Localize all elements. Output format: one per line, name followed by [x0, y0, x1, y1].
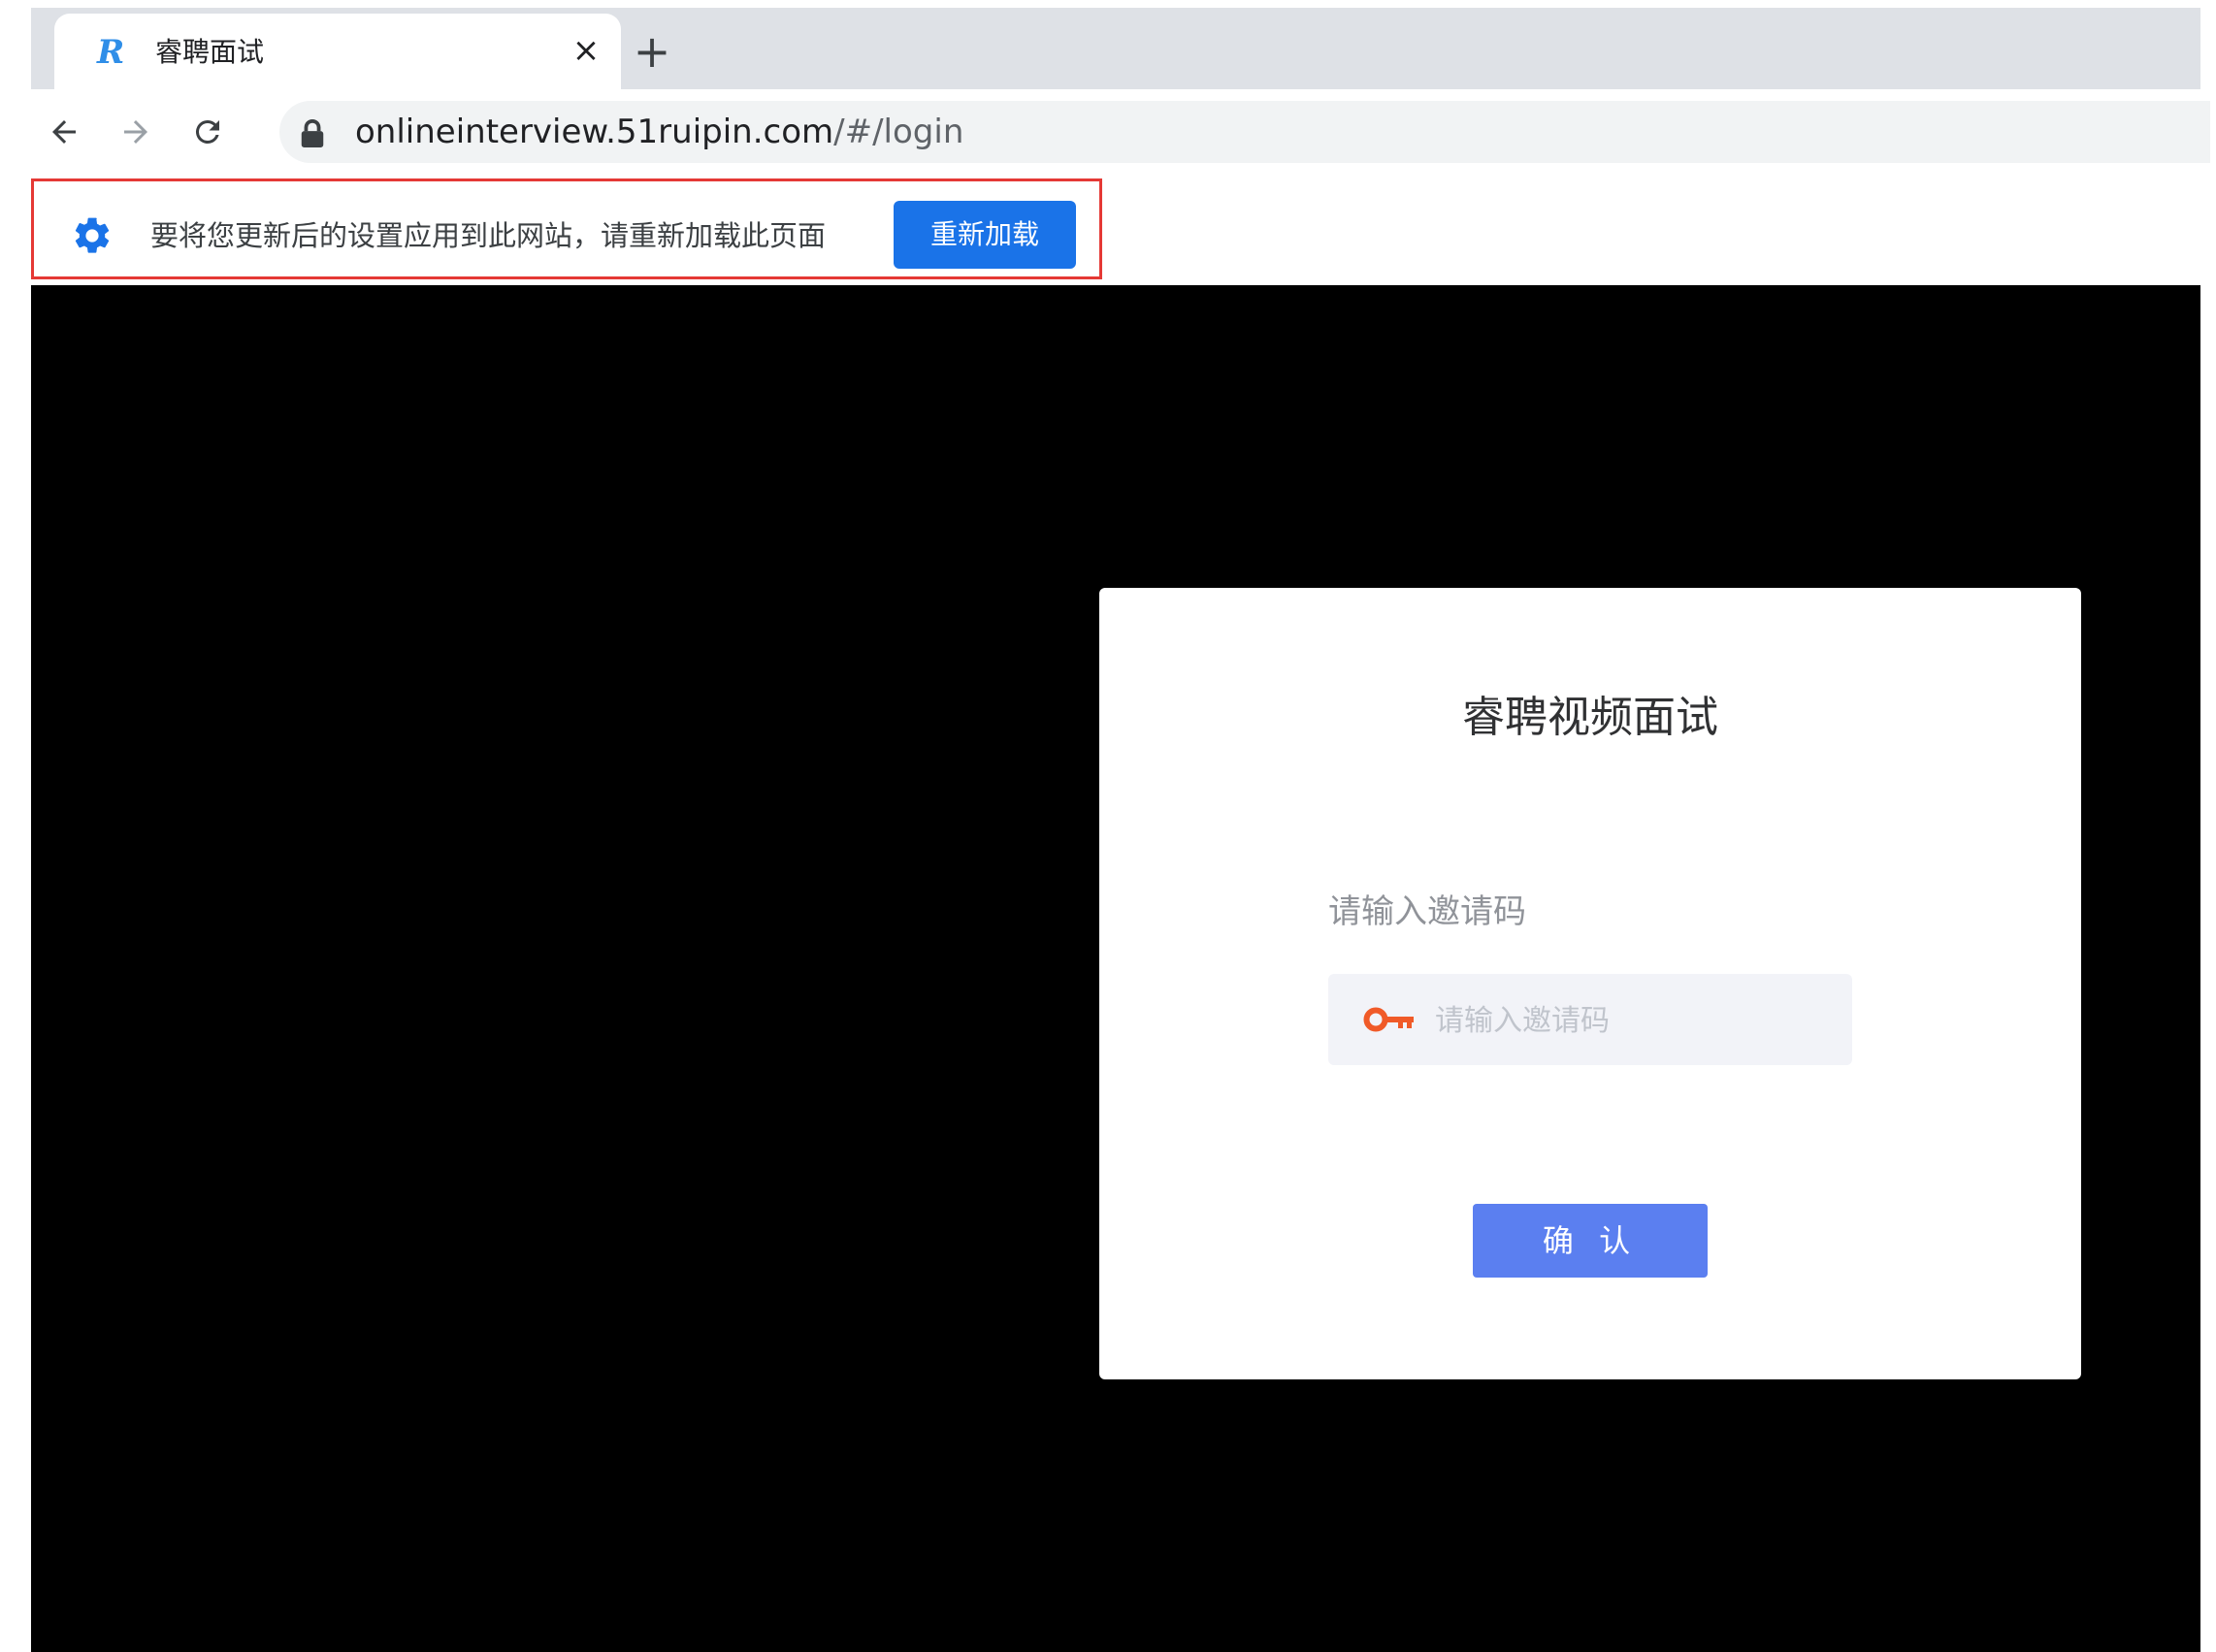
key-icon — [1363, 1007, 1414, 1032]
browser-window: R 睿聘面试 × + onlineinterview.51ruipin.com/… — [31, 8, 2210, 1652]
tab-close-icon[interactable]: × — [567, 31, 605, 70]
new-tab-button[interactable]: + — [629, 29, 675, 76]
infobar-highlight-box: 要将您更新后的设置应用到此网站，请重新加载此页面 重新加载 — [31, 178, 1102, 279]
infobar-message: 要将您更新后的设置应用到此网站，请重新加载此页面 — [150, 219, 827, 252]
invite-code-label: 请输入邀请码 — [1328, 892, 1526, 931]
browser-toolbar: onlineinterview.51ruipin.com/#/login — [31, 89, 2210, 178]
invite-code-input[interactable] — [1433, 995, 1835, 1046]
address-bar[interactable]: onlineinterview.51ruipin.com/#/login — [279, 101, 2210, 163]
confirm-button[interactable]: 确 认 — [1473, 1204, 1708, 1278]
login-card: 睿聘视频面试 请输入邀请码 确 认 — [1099, 588, 2081, 1379]
lock-icon — [301, 118, 324, 147]
login-title: 睿聘视频面试 — [1462, 693, 1718, 742]
page-content: 睿聘视频面试 请输入邀请码 确 认 — [31, 285, 2200, 1652]
url-host: onlineinterview.51ruipin.com — [355, 113, 834, 151]
refresh-icon — [195, 119, 219, 144]
tab-title: 睿聘面试 — [155, 36, 265, 68]
tab-active[interactable]: R 睿聘面试 × — [54, 14, 621, 89]
invite-code-field[interactable] — [1328, 974, 1852, 1065]
reload-infobar: 要将您更新后的设置应用到此网站，请重新加载此页面 重新加载 — [31, 177, 2200, 285]
refresh-button[interactable] — [184, 109, 231, 155]
url-path: /#/login — [833, 113, 964, 151]
back-button[interactable] — [41, 109, 87, 155]
site-favicon-icon: R — [97, 33, 125, 72]
tab-strip: R 睿聘面试 × + — [31, 8, 2200, 89]
back-arrow-icon — [52, 120, 76, 144]
forward-arrow-icon — [124, 120, 147, 144]
url-text: onlineinterview.51ruipin.com/#/login — [355, 113, 963, 151]
forward-button[interactable] — [113, 109, 159, 155]
reload-button[interactable]: 重新加载 — [894, 201, 1076, 269]
gear-icon — [75, 217, 110, 253]
